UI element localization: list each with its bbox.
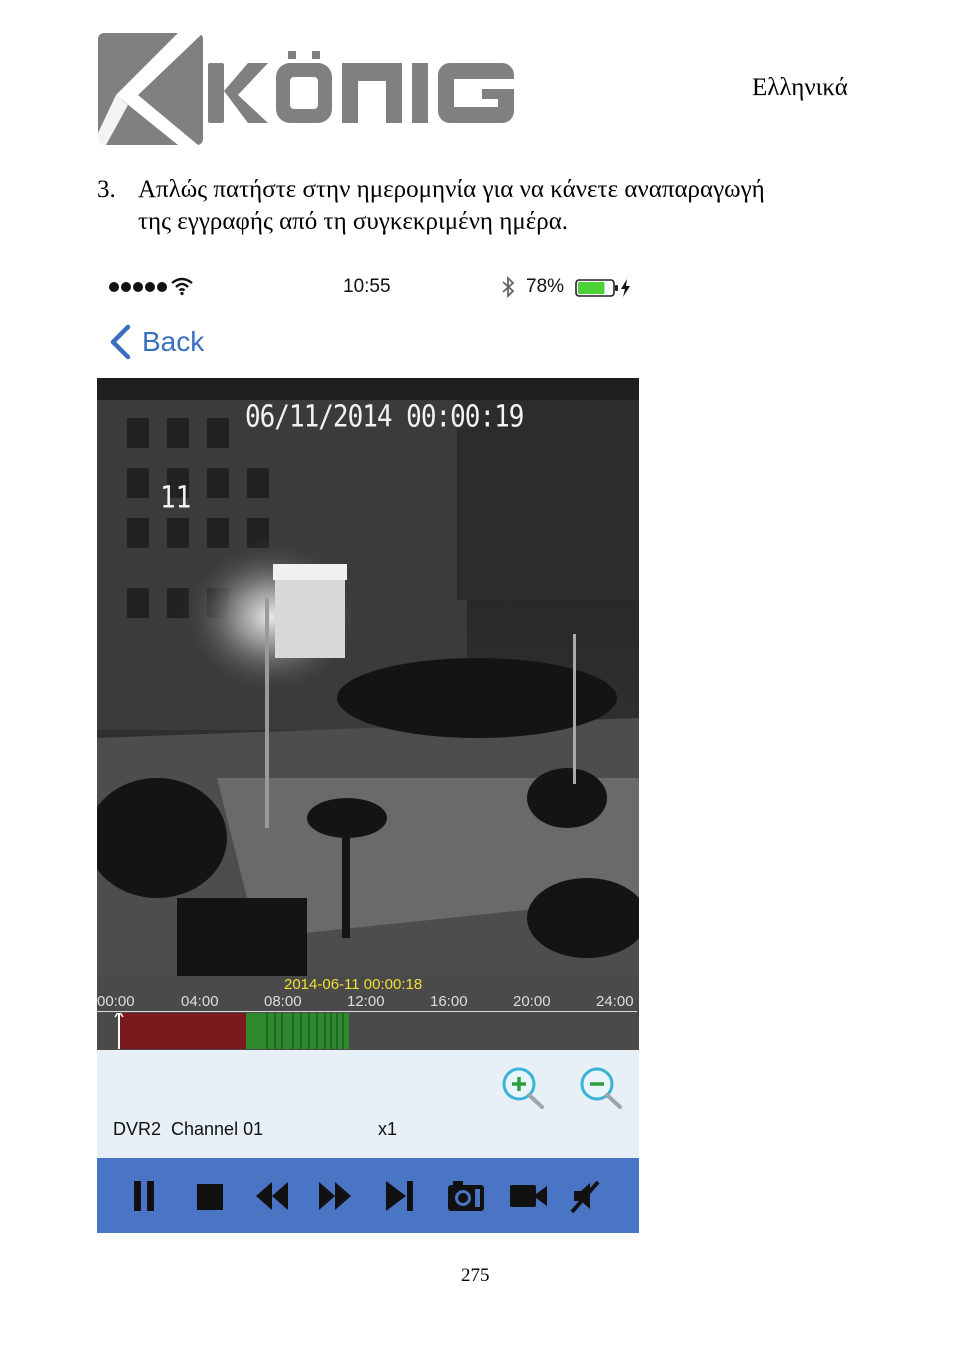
rewind-icon[interactable] [252, 1176, 292, 1216]
snapshot-icon[interactable] [445, 1176, 485, 1216]
timeline-tick: 04:00 [181, 993, 219, 1010]
device-channel-label: DVR2 Channel 01 [113, 1119, 264, 1139]
konig-logo [98, 33, 514, 145]
step-number: 3. [97, 176, 116, 203]
bluetooth-icon [502, 276, 515, 298]
wifi-icon [171, 277, 193, 296]
instruction-line-2: της εγγραφής από τη συγκεκριμένη ημέρα. [138, 208, 569, 235]
status-time: 10:55 [343, 276, 391, 297]
video-osd-datetime: 06/11/2014 00:00:19 [245, 400, 524, 435]
next-frame-icon[interactable] [380, 1176, 420, 1216]
zoom-in-icon[interactable] [500, 1066, 546, 1110]
video-osd-channel: 11 [160, 481, 192, 516]
instruction-line-1: Απλώς πατήστε στην ημερομηνία για να κάν… [138, 176, 765, 203]
recording-track[interactable] [97, 1013, 637, 1049]
playback-speed: x1 [378, 1119, 398, 1139]
timeline-tick: 16:00 [430, 993, 468, 1010]
recording-segment-normal [246, 1013, 349, 1049]
timeline-scale-line [97, 1011, 637, 1012]
timeline-tick: 20:00 [513, 993, 551, 1010]
fast-forward-icon[interactable] [315, 1176, 355, 1216]
record-icon[interactable] [508, 1176, 548, 1216]
battery-percent: 78% [526, 276, 565, 297]
timeline-tick: 00:00 [97, 993, 135, 1010]
recording-segment-alarm [119, 1013, 246, 1049]
timeline-tick: 12:00 [347, 993, 385, 1010]
language-label: Ελληνικά [752, 74, 848, 101]
page-number: 275 [461, 1265, 490, 1286]
pause-icon[interactable] [124, 1176, 164, 1216]
charging-bolt-icon [621, 279, 630, 297]
battery-icon [575, 279, 630, 297]
mute-icon[interactable] [568, 1176, 608, 1216]
playback-toolbar [97, 1158, 639, 1233]
playback-info-panel [97, 1050, 639, 1158]
current-timestamp: 2014-06-11 00:00:18 [284, 976, 423, 993]
back-label: Back [142, 326, 205, 357]
timeline-tick: 08:00 [264, 993, 302, 1010]
back-button[interactable]: Back [108, 322, 204, 362]
video-frame[interactable] [97, 378, 639, 976]
chevron-left-icon [110, 324, 131, 360]
stop-icon[interactable] [189, 1176, 229, 1216]
zoom-out-icon[interactable] [578, 1066, 624, 1110]
timeline-tick: 24:00 [596, 993, 634, 1010]
signal-dots-icon [109, 282, 167, 292]
